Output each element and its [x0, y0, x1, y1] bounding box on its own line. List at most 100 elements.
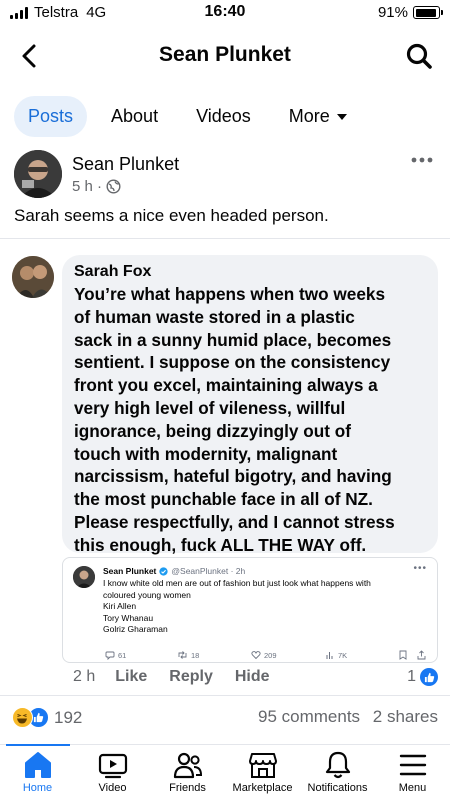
tweet-handle: @SeanPlunket · 2h — [171, 566, 246, 576]
menu-icon — [399, 754, 426, 776]
tweet-header: Sean Plunket @SeanPlunket · 2h — [103, 566, 245, 576]
nav-home-label: Home — [22, 782, 53, 794]
haha-reaction-icon — [12, 707, 33, 728]
tweet-retweets: 18 — [177, 650, 199, 660]
tab-more[interactable]: More — [275, 96, 362, 137]
profile-tabs: Posts About Videos More — [14, 96, 372, 137]
marketplace-icon — [248, 753, 277, 778]
tab-videos[interactable]: Videos — [182, 96, 265, 137]
caret-down-icon — [336, 113, 347, 120]
tweet-replies-count: 61 — [118, 650, 127, 660]
search-button[interactable] — [404, 41, 434, 71]
reply-icon — [105, 651, 115, 660]
retweet-icon — [178, 651, 187, 659]
author-avatar[interactable] — [14, 150, 62, 198]
tweet-line: Golriz Gharaman — [103, 624, 168, 634]
bookmark-icon — [399, 650, 407, 660]
tab-posts[interactable]: Posts — [14, 96, 88, 137]
nav-home[interactable]: Home — [0, 751, 75, 794]
nav-notifications[interactable]: Notifications — [300, 751, 375, 794]
home-icon — [24, 752, 51, 778]
tweet-replies: 61 — [105, 650, 126, 660]
post-divider — [0, 238, 450, 239]
tweet-likes: 209 — [251, 650, 277, 660]
comment-line: touch with modernity, malignant — [74, 443, 338, 464]
comment-line: sentient. I suppose on the consistency — [74, 352, 391, 373]
nav-video[interactable]: Video — [75, 751, 150, 794]
comment-actions: 2 h Like Reply Hide — [73, 668, 292, 686]
tab-about[interactable]: About — [97, 96, 172, 137]
tab-more-label: More — [288, 106, 330, 126]
battery-percent: 91% — [377, 4, 408, 21]
comment-reply-button[interactable]: Reply — [169, 668, 213, 686]
comment-line: Please respectfully, and I cannot stress — [74, 511, 395, 532]
bottom-nav: Home Video Friends Marketplace Notificat… — [0, 744, 450, 800]
tweet-more-icon: ••• — [413, 563, 427, 574]
comment-like-button[interactable]: Like — [115, 668, 147, 686]
post-text: Sarah seems a nice even headed person. — [14, 206, 329, 225]
nav-marketplace[interactable]: Marketplace — [225, 751, 300, 794]
comment-line: ignorance, being dizzyingly out of — [74, 420, 351, 441]
reactions-summary[interactable]: 192 — [12, 707, 82, 728]
tweet-retweets-count: 18 — [191, 650, 200, 660]
nav-video-label: Video — [98, 782, 127, 794]
tweet-line: Kiri Allen — [103, 601, 137, 611]
nav-menu-label: Menu — [398, 782, 427, 794]
share-icon — [417, 650, 426, 660]
tweet-views-count: 7K — [338, 650, 348, 660]
tweet-avatar-image — [73, 566, 95, 588]
tweet-line: Tory Whanau — [103, 612, 154, 623]
active-tab-indicator — [6, 744, 70, 746]
post-time[interactable]: 5 h · — [72, 178, 102, 195]
verified-badge-icon — [159, 566, 169, 576]
tweet-line: I know white old men are out of fashion … — [103, 578, 371, 588]
comment-likes-count: 1 — [407, 668, 416, 685]
tweet-line: coloured young women — [103, 589, 191, 600]
attached-tweet-image[interactable]: Sean Plunket @SeanPlunket · 2h ••• I kno… — [62, 557, 438, 663]
tweet-likes-count: 209 — [264, 650, 277, 660]
nav-friends-label: Friends — [169, 782, 206, 794]
nav-marketplace-label: Marketplace — [232, 782, 293, 794]
globe-icon — [106, 179, 121, 194]
comment-likes[interactable]: 1 — [407, 668, 438, 686]
tweet-bookmark — [399, 650, 407, 660]
post-summary: 192 95 comments 2 shares — [12, 706, 438, 730]
tweet-body: I know white old men are out of fashion … — [103, 578, 423, 636]
video-icon — [98, 753, 127, 779]
app-header: Sean Plunket — [0, 30, 450, 82]
nav-menu[interactable]: Menu — [375, 751, 450, 794]
comment-author[interactable]: Sarah Fox — [74, 263, 426, 281]
comment-line: narcissism, hateful bigotry, and having — [74, 466, 392, 487]
post-options-button[interactable] — [410, 150, 434, 170]
commenter-avatar[interactable] — [12, 256, 54, 298]
nav-notifications-label: Notifications — [307, 782, 368, 794]
search-icon — [406, 43, 432, 69]
tweet-share — [417, 650, 426, 660]
comment-line: very high level of vileness, willful — [74, 397, 346, 418]
tweet-author: Sean Plunket — [103, 566, 157, 576]
friends-icon — [173, 752, 202, 779]
comment-line: front you excel, maintaining always a — [74, 375, 378, 396]
post-header: Sean Plunket 5 h · — [14, 148, 436, 200]
tweet-avatar — [73, 566, 95, 588]
post-author[interactable]: Sean Plunket — [72, 154, 179, 175]
comments-count[interactable]: 95 comments — [258, 707, 360, 726]
commenter-avatar-image — [12, 256, 54, 298]
comment-hide-button[interactable]: Hide — [235, 668, 270, 686]
comment-line: sack in a sunny humid place, becomes — [74, 329, 392, 350]
views-icon — [326, 652, 333, 659]
comment-text: You’re what happens when two weeks of hu… — [74, 283, 426, 557]
shares-count[interactable]: 2 shares — [373, 707, 438, 726]
actions-divider — [0, 695, 450, 696]
battery-icon — [413, 6, 443, 19]
like-reaction-icon — [420, 668, 438, 686]
heart-icon — [251, 651, 261, 660]
more-dots-icon — [411, 157, 433, 163]
bell-icon — [325, 751, 350, 779]
nav-friends[interactable]: Friends — [150, 751, 225, 794]
comment-line: the most punchable face in all of NZ. — [74, 489, 373, 510]
comment-line: this enough, fuck ALL THE WAY off. — [74, 534, 367, 555]
comment-time: 2 h — [73, 668, 96, 685]
reactions-count: 192 — [54, 707, 83, 727]
summary-right: 95 comments 2 shares — [258, 707, 438, 727]
